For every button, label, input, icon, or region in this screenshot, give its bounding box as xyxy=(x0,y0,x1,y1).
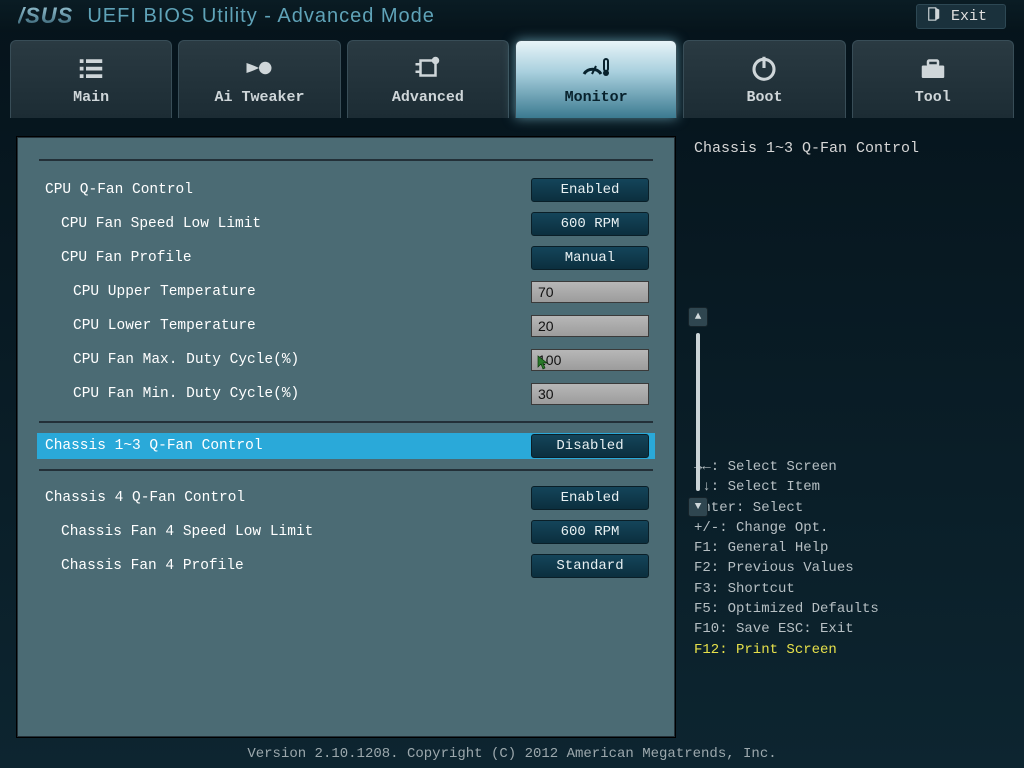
label: Chassis Fan 4 Profile xyxy=(61,558,531,574)
label: Chassis Fan 4 Speed Low Limit xyxy=(61,524,531,540)
power-icon xyxy=(749,53,779,83)
label: CPU Q-Fan Control xyxy=(45,182,531,198)
hint-line: F5: Optimized Defaults xyxy=(694,599,1008,619)
tab-label: Tool xyxy=(915,89,951,106)
label: CPU Lower Temperature xyxy=(73,318,531,334)
row-cpu-min-duty[interactable]: CPU Fan Min. Duty Cycle(%) xyxy=(43,377,649,411)
dropdown-chassis4-profile[interactable]: Standard xyxy=(531,554,649,578)
tab-ai-tweaker[interactable]: Ai Tweaker xyxy=(178,40,340,118)
settings-panel: CPU Q-Fan Control Enabled CPU Fan Speed … xyxy=(16,136,676,738)
exit-button[interactable]: Exit xyxy=(916,4,1006,29)
gauge-thermo-icon xyxy=(581,53,611,83)
hint-line: F10: Save ESC: Exit xyxy=(694,619,1008,639)
row-cpu-qfan[interactable]: CPU Q-Fan Control Enabled xyxy=(43,173,649,207)
dropdown-chassis13[interactable]: Disabled xyxy=(531,434,649,458)
tab-advanced[interactable]: Advanced xyxy=(347,40,509,118)
tab-label: Boot xyxy=(746,89,782,106)
tab-label: Ai Tweaker xyxy=(214,89,304,106)
tab-label: Monitor xyxy=(565,89,628,106)
hint-line: →←: Select Screen xyxy=(694,457,1008,477)
comet-icon xyxy=(244,53,274,83)
brand-logo: /SUS xyxy=(18,3,73,29)
tab-main[interactable]: Main xyxy=(10,40,172,118)
key-hints: →←: Select Screen ↑↓: Select Item Enter:… xyxy=(694,457,1008,660)
main-tabs: Main Ai Tweaker Advanced Monitor Boot To… xyxy=(0,32,1024,118)
scroll-down-button[interactable]: ▼ xyxy=(688,497,708,517)
dropdown-cpu-profile[interactable]: Manual xyxy=(531,246,649,270)
door-exit-icon xyxy=(927,7,941,26)
hint-line: F3: Shortcut xyxy=(694,579,1008,599)
input-cpu-min-duty[interactable] xyxy=(531,383,649,405)
row-chassis4-qfan[interactable]: Chassis 4 Q-Fan Control Enabled xyxy=(43,481,649,515)
toolbox-icon xyxy=(918,53,948,83)
row-chassis13-qfan[interactable]: Chassis 1~3 Q-Fan Control Disabled xyxy=(37,433,655,459)
dropdown-chassis4-low[interactable]: 600 RPM xyxy=(531,520,649,544)
dropdown-chassis4-qfan[interactable]: Enabled xyxy=(531,486,649,510)
hint-line: F2: Previous Values xyxy=(694,558,1008,578)
tab-label: Advanced xyxy=(392,89,464,106)
chip-icon xyxy=(413,53,443,83)
exit-label: Exit xyxy=(951,8,987,25)
dropdown-cpu-qfan[interactable]: Enabled xyxy=(531,178,649,202)
row-chassis4-profile[interactable]: Chassis Fan 4 Profile Standard xyxy=(43,549,649,583)
row-cpu-lower-temp[interactable]: CPU Lower Temperature xyxy=(43,309,649,343)
label: CPU Fan Min. Duty Cycle(%) xyxy=(73,386,531,402)
panel-scrollbar[interactable]: ▲ ▼ xyxy=(689,307,707,517)
top-bar: /SUS UEFI BIOS Utility - Advanced Mode E… xyxy=(0,0,1024,32)
scroll-up-button[interactable]: ▲ xyxy=(688,307,708,327)
input-cpu-upper-temp[interactable] xyxy=(531,281,649,303)
label: CPU Fan Max. Duty Cycle(%) xyxy=(73,352,531,368)
row-cpu-profile[interactable]: CPU Fan Profile Manual xyxy=(43,241,649,275)
dropdown-cpu-speed-low[interactable]: 600 RPM xyxy=(531,212,649,236)
content-area: CPU Q-Fan Control Enabled CPU Fan Speed … xyxy=(0,118,1024,738)
input-cpu-lower-temp[interactable] xyxy=(531,315,649,337)
row-cpu-max-duty[interactable]: CPU Fan Max. Duty Cycle(%) xyxy=(43,343,649,377)
footer-text: Version 2.10.1208. Copyright (C) 2012 Am… xyxy=(0,746,1024,762)
label: Chassis 4 Q-Fan Control xyxy=(45,490,531,506)
tab-monitor[interactable]: Monitor xyxy=(515,40,677,118)
hint-line: +/-: Change Opt. xyxy=(694,518,1008,538)
hint-line-highlight: F12: Print Screen xyxy=(694,640,1008,660)
hint-line: Enter: Select xyxy=(694,498,1008,518)
page-title: UEFI BIOS Utility - Advanced Mode xyxy=(87,5,435,28)
hint-line: ↑↓: Select Item xyxy=(694,477,1008,497)
label: CPU Fan Speed Low Limit xyxy=(61,216,531,232)
help-sidebar: Chassis 1~3 Q-Fan Control →←: Select Scr… xyxy=(694,136,1008,738)
list-icon xyxy=(76,53,106,83)
scroll-track[interactable] xyxy=(696,333,700,491)
input-cpu-max-duty[interactable] xyxy=(531,349,649,371)
sidebar-title: Chassis 1~3 Q-Fan Control xyxy=(694,140,1008,157)
row-chassis4-low[interactable]: Chassis Fan 4 Speed Low Limit 600 RPM xyxy=(43,515,649,549)
tab-label: Main xyxy=(73,89,109,106)
tab-boot[interactable]: Boot xyxy=(683,40,845,118)
label: CPU Fan Profile xyxy=(61,250,531,266)
row-cpu-upper-temp[interactable]: CPU Upper Temperature xyxy=(43,275,649,309)
row-cpu-speed-low[interactable]: CPU Fan Speed Low Limit 600 RPM xyxy=(43,207,649,241)
hint-line: F1: General Help xyxy=(694,538,1008,558)
tab-tool[interactable]: Tool xyxy=(852,40,1014,118)
label: CPU Upper Temperature xyxy=(73,284,531,300)
label: Chassis 1~3 Q-Fan Control xyxy=(45,438,531,454)
